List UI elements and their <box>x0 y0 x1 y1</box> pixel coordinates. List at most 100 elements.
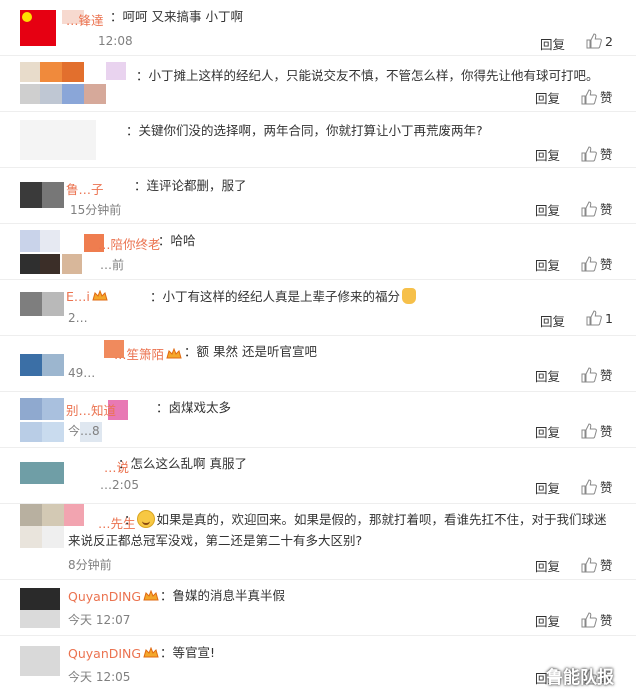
comment-time: 今天 12:05 <box>68 670 131 684</box>
like-label: 赞 <box>600 202 613 217</box>
comment-text: ：小丁有这样的经纪人真是上辈子修来的福分 <box>150 286 417 307</box>
username[interactable]: …锋達 <box>66 10 104 29</box>
username[interactable]: …笙箫陌 <box>114 344 182 363</box>
comment-item: …锋達 ：呵呵 又来搞事 小丁啊 12:08 回复 2 <box>0 0 636 56</box>
comment-item: ：关键你们没的选择啊，两年合同，你就打算让小丁再荒废两年? 回复 赞 <box>0 112 636 168</box>
thumbs-up-icon <box>581 200 597 216</box>
avatar[interactable] <box>20 462 64 484</box>
like-button[interactable]: 赞 <box>581 555 613 574</box>
vip-crown-icon <box>92 290 108 301</box>
comment-item: …先生 ：如果是真的，欢迎回来。如果是假的，那就打着呗，看谁先扛不住，对于我们球… <box>0 504 636 580</box>
like-button[interactable]: 赞 <box>581 199 613 218</box>
comment-time: 8分钟前 <box>68 558 112 572</box>
like-button[interactable]: 赞 <box>581 254 613 273</box>
thumbs-up-icon <box>581 556 597 572</box>
comment-item: QuyanDING ：等官宣! 今天 12:05 回复 赞 <box>0 636 636 694</box>
comment-time: 15分钟前 <box>70 203 122 217</box>
comment-text: ：怎么这么乱啊 真服了 <box>118 456 247 471</box>
avatar[interactable] <box>20 588 60 628</box>
thumbs-up-icon <box>586 33 602 49</box>
comment-text: ：卤煤戏太多 <box>156 400 232 415</box>
username[interactable]: E…i <box>66 289 108 304</box>
avatar[interactable] <box>20 230 110 274</box>
like-label: 赞 <box>600 368 613 383</box>
avatar[interactable] <box>20 62 108 106</box>
reply-button[interactable]: 回复 <box>535 88 560 107</box>
comment-text: ：连评论都删，服了 <box>134 178 247 193</box>
comment-text: ：如果是真的，欢迎回来。如果是假的，那就打着呗，看谁先扛不住，对于我们球迷 <box>124 510 607 528</box>
reply-button[interactable]: 回复 <box>540 34 565 53</box>
comment-item: …陪你终老 ：哈哈 …前 回复 赞 <box>0 224 636 280</box>
comment-text: ：哈哈 <box>158 233 196 248</box>
thumbs-up-icon <box>581 88 597 104</box>
avatar[interactable] <box>20 182 64 208</box>
like-label: 赞 <box>600 613 613 628</box>
comment-item: QuyanDING ：鲁媒的消息半真半假 今天 12:07 回复 赞 <box>0 580 636 636</box>
comment-time: 今…8 <box>68 424 100 438</box>
like-button[interactable]: 赞 <box>581 144 613 163</box>
comment-time: …2:05 <box>100 478 139 492</box>
like-button[interactable]: 赞 <box>581 87 613 106</box>
reply-button[interactable]: 回复 <box>535 556 560 575</box>
reply-button[interactable]: 回复 <box>535 255 560 274</box>
comment-time: 12:08 <box>98 34 133 48</box>
username[interactable]: …陪你终老 <box>98 234 161 253</box>
like-label: 赞 <box>600 558 613 573</box>
comment-time: 49… <box>68 366 96 380</box>
like-button[interactable]: 2 <box>586 33 613 49</box>
reply-button[interactable]: 回复 <box>535 200 560 219</box>
comment-time: …前 <box>100 258 125 272</box>
comment-item: 别…知道 ：卤煤戏太多 今…8 回复 赞 <box>0 392 636 448</box>
comment-time: 今天 12:07 <box>68 613 131 627</box>
avatar[interactable] <box>20 120 96 160</box>
reply-button[interactable]: 回复 <box>535 145 560 164</box>
comment-list: …锋達 ：呵呵 又来搞事 小丁啊 12:08 回复 2 ：小丁摊上这样的经纪人，… <box>0 0 636 694</box>
comment-item: ：小丁摊上这样的经纪人，只能说交友不慎，不管怎么样，你得先让他有球可打吧。 回复… <box>0 56 636 112</box>
thumbs-up-icon <box>581 145 597 161</box>
like-button[interactable]: 赞 <box>581 365 613 384</box>
comment-text: ：小丁摊上这样的经纪人，只能说交友不慎，不管怎么样，你得先让他有球可打吧。 <box>136 68 599 83</box>
watermark: 鲁能队报 <box>546 668 614 688</box>
thumbs-up-icon <box>581 611 597 627</box>
comment-text: ：呵呵 又来搞事 小丁啊 <box>110 9 243 24</box>
vip-crown-icon <box>143 647 159 658</box>
like-label: 赞 <box>600 147 613 162</box>
comment-text: ：额 果然 还是听官宣吧 <box>184 344 317 359</box>
reply-button[interactable]: 回复 <box>535 366 560 385</box>
username[interactable]: QuyanDING <box>68 589 159 604</box>
thumbs-up-icon <box>586 310 602 326</box>
thumbs-up-icon <box>581 255 597 271</box>
avatar[interactable] <box>20 292 64 316</box>
like-count: 2 <box>605 33 613 49</box>
like-button[interactable]: 赞 <box>581 610 613 629</box>
like-label: 赞 <box>600 257 613 272</box>
avatar[interactable] <box>20 10 56 46</box>
comment-item: 鲁…子 ：连评论都删，服了 15分钟前 回复 赞 <box>0 168 636 224</box>
vip-crown-icon <box>143 590 159 601</box>
reply-button[interactable]: 回复 <box>535 478 560 497</box>
like-label: 赞 <box>600 424 613 439</box>
reply-button[interactable]: 回复 <box>535 422 560 441</box>
comment-item: …说 ：怎么这么乱啊 真服了 …2:05 回复 赞 <box>0 448 636 504</box>
reply-button[interactable]: 回复 <box>540 311 565 330</box>
comment-time: 2… <box>68 311 88 325</box>
reply-button[interactable]: 回复 <box>535 611 560 630</box>
like-button[interactable]: 赞 <box>581 421 613 440</box>
comment-text: ：等官宣! <box>160 645 216 660</box>
comment-item: …笙箫陌 ：额 果然 还是听官宣吧 49… 回复 赞 <box>0 336 636 392</box>
username[interactable]: 别…知道 <box>66 400 116 419</box>
like-label: 赞 <box>600 90 613 105</box>
avatar[interactable] <box>20 354 64 376</box>
comment-item: E…i ：小丁有这样的经纪人真是上辈子修来的福分 2… 回复 1 <box>0 280 636 336</box>
username[interactable]: 鲁…子 <box>66 179 104 198</box>
like-button[interactable]: 赞 <box>581 477 613 496</box>
comment-text-continued: 来说反正都总冠军没戏，第二还是第二十有多大区别? <box>68 533 363 548</box>
username[interactable]: QuyanDING <box>68 646 159 661</box>
smile-emoji-icon <box>136 510 155 528</box>
thumbs-up-icon <box>581 366 597 382</box>
like-button[interactable]: 1 <box>586 310 613 326</box>
blurred-username <box>106 62 126 80</box>
vip-crown-icon <box>166 348 182 359</box>
thumbs-up-emoji-icon <box>402 288 417 304</box>
avatar[interactable] <box>20 646 60 676</box>
